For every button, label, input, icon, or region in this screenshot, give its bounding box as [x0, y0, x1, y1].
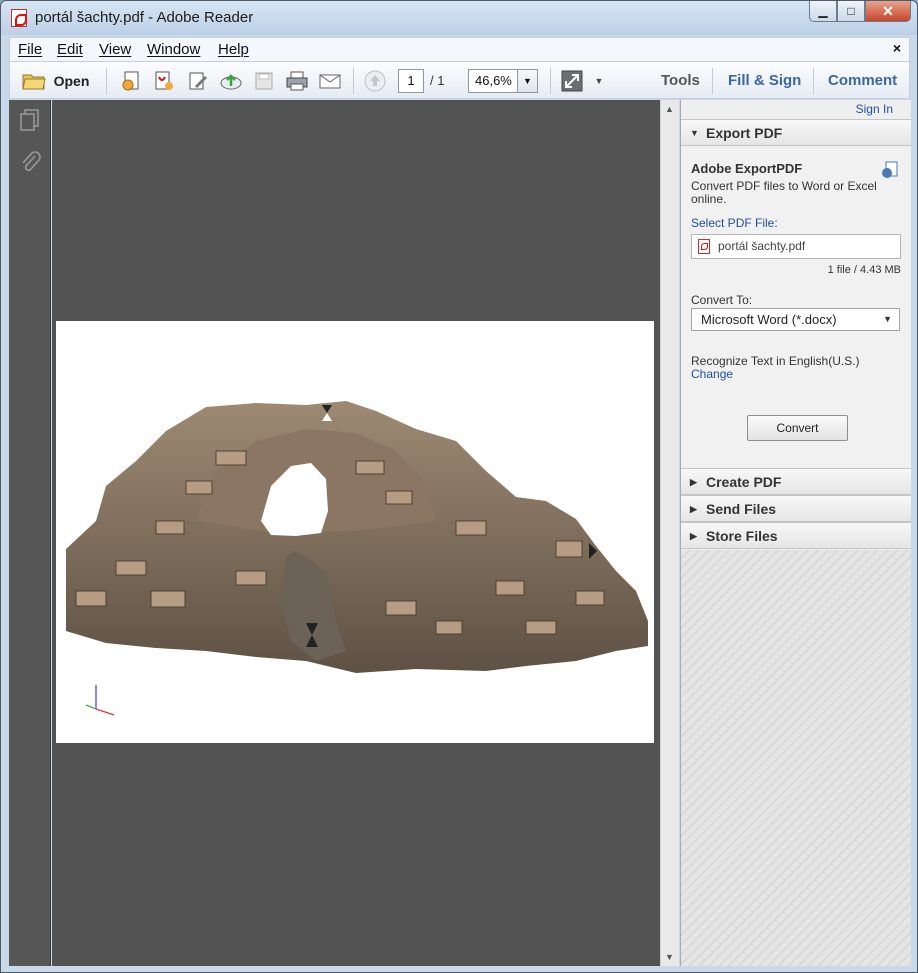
upload-button[interactable]: [218, 68, 244, 94]
menu-edit[interactable]: Edit: [57, 41, 83, 58]
pencil-icon: [189, 72, 207, 90]
comment-pane-button[interactable]: Comment: [828, 72, 897, 89]
arrow-up-icon: [364, 70, 386, 92]
save-icon: [255, 72, 273, 90]
expand-triangle-icon: ▶: [690, 531, 697, 541]
full-screen-button[interactable]: [559, 68, 585, 94]
sign-in-link[interactable]: Sign In: [856, 102, 893, 116]
export-pdf-button[interactable]: [151, 68, 177, 94]
send-files-header[interactable]: ▶ Send Files: [681, 495, 911, 522]
menu-bar: File Edit View Window Help ×: [9, 37, 910, 61]
store-files-header[interactable]: ▶ Store Files: [681, 522, 911, 549]
open-label: Open: [53, 73, 90, 89]
minimize-button[interactable]: ▁: [809, 1, 837, 22]
expand-triangle-icon: ▶: [690, 504, 697, 514]
folder-icon: [21, 74, 46, 90]
open-button[interactable]: Open: [18, 68, 93, 94]
export-description-continued: online.: [691, 192, 727, 206]
pdf-page: [56, 321, 654, 743]
save-button[interactable]: [251, 68, 277, 94]
separator: [550, 68, 551, 94]
window-title: portál šachty.pdf - Adobe Reader: [35, 9, 254, 26]
cloud-service-icon: [882, 161, 898, 178]
page-number-input[interactable]: 1: [398, 69, 424, 93]
menu-help[interactable]: Help: [218, 41, 249, 58]
file-name: portál šachty.pdf: [718, 239, 806, 253]
shaft-portal-3d-image: [66, 401, 648, 716]
convert-format-select[interactable]: Microsoft Word (*.docx) ▼: [691, 308, 900, 331]
fill-sign-pane-button[interactable]: Fill & Sign: [728, 72, 801, 89]
scroll-up-arrow-icon[interactable]: ▲: [665, 104, 674, 114]
separator: [353, 68, 354, 94]
export-title: Adobe ExportPDF: [691, 161, 803, 176]
title-bar[interactable]: portál šachty.pdf - Adobe Reader ▁ □ ✕: [1, 1, 917, 35]
pdf-export-icon: [155, 71, 173, 90]
convert-to-label: Convert To:: [691, 293, 753, 307]
menu-file[interactable]: File: [18, 41, 42, 58]
pdf-app-icon: [11, 9, 27, 27]
app-window: portál šachty.pdf - Adobe Reader ▁ □ ✕ F…: [0, 0, 918, 973]
axes-gizmo-icon: [85, 685, 115, 716]
selected-file-field[interactable]: portál šachty.pdf: [691, 234, 901, 259]
menu-view[interactable]: View: [99, 41, 131, 58]
convert-button[interactable]: Convert: [747, 415, 848, 441]
window-controls: ▁ □ ✕: [809, 1, 911, 23]
create-pdf-header[interactable]: ▶ Create PDF: [681, 468, 911, 495]
document-view[interactable]: [52, 100, 660, 966]
export-pdf-section: Adobe ExportPDF Convert PDF files to Wor…: [681, 149, 911, 469]
zoom-value: 46,6%: [475, 73, 512, 88]
page-total: / 1: [430, 73, 445, 88]
create-pdf-button[interactable]: [118, 68, 144, 94]
previous-page-button[interactable]: [362, 68, 388, 94]
email-button[interactable]: [317, 68, 343, 94]
document-close-button[interactable]: ×: [893, 40, 901, 56]
change-language-link[interactable]: Change: [691, 367, 733, 381]
expand-triangle-icon: ▶: [690, 477, 697, 487]
separator: [813, 68, 814, 94]
tools-panel: Sign In ▼ Export PDF Adobe ExportPDF Con…: [680, 100, 911, 966]
tools-pane-button[interactable]: Tools: [661, 72, 700, 89]
toolbar: Open 1 / 1 46,6% ▼ ▼ Tools Fill & Sign C…: [9, 61, 910, 99]
envelope-icon: [319, 74, 341, 89]
panel-empty-area: [681, 550, 911, 966]
pdf-file-icon: [698, 239, 710, 254]
export-pdf-header[interactable]: ▼ Export PDF: [681, 119, 911, 146]
attachments-button[interactable]: [19, 150, 41, 179]
print-button[interactable]: [284, 68, 310, 94]
toolbar-options-dropdown[interactable]: ▼: [592, 68, 606, 94]
select-file-label: Select PDF File:: [691, 216, 778, 230]
cloud-upload-icon: [220, 74, 242, 90]
file-info: 1 file / 4.43 MB: [827, 264, 901, 276]
maximize-button[interactable]: □: [837, 1, 865, 22]
paperclip-icon: [22, 151, 41, 172]
scroll-down-arrow-icon[interactable]: ▼: [665, 952, 674, 962]
separator: [712, 68, 713, 94]
vertical-scrollbar[interactable]: ▲ ▼: [660, 100, 679, 966]
separator: [106, 68, 107, 94]
edit-button[interactable]: [185, 68, 211, 94]
convert-format-value: Microsoft Word (*.docx): [701, 312, 837, 327]
chevron-down-icon[interactable]: ▼: [517, 70, 537, 92]
pages-icon: [20, 109, 39, 131]
printer-icon: [286, 71, 308, 91]
menu-window[interactable]: Window: [147, 41, 200, 58]
zoom-select[interactable]: 46,6% ▼: [468, 69, 538, 93]
chevron-down-icon: ▼: [883, 314, 892, 324]
expand-icon: [561, 70, 583, 92]
collapse-triangle-icon: ▼: [690, 128, 699, 138]
navigation-pane: [9, 100, 51, 966]
page-thumbnails-button[interactable]: [19, 108, 41, 137]
close-button[interactable]: ✕: [865, 1, 911, 22]
create-pdf-icon: [122, 71, 139, 91]
